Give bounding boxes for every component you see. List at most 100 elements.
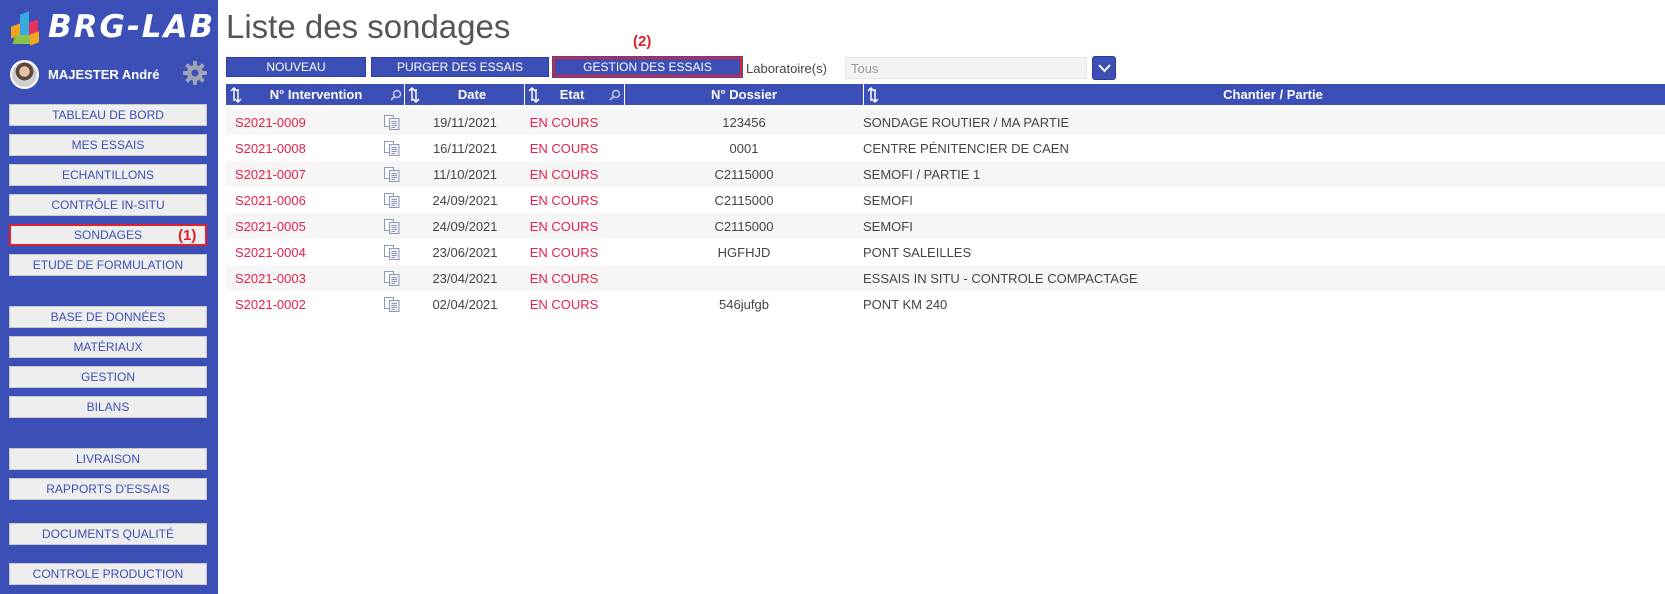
- intervention-link[interactable]: S2021-0005: [235, 213, 306, 239]
- header-n-intervention[interactable]: N° Intervention: [246, 84, 386, 105]
- page-title: Liste des sondages: [226, 8, 511, 45]
- sidebar-item-documents-qualite[interactable]: DOCUMENTS QUALITÉ: [9, 523, 207, 545]
- intervention-link[interactable]: S2021-0006: [235, 187, 306, 213]
- annotation-1: (1): [178, 227, 197, 244]
- sidebar-item-gestion[interactable]: GESTION: [9, 366, 207, 388]
- etat-cell: EN COURS: [529, 166, 599, 182]
- sort-icon[interactable]: [408, 87, 420, 103]
- document-icon[interactable]: [384, 115, 400, 130]
- logo-text: BRG-LAB: [48, 9, 216, 45]
- dossier-cell: [625, 265, 863, 291]
- table-body: S2021-0009 19/11/2021 EN COURS 123456 SO…: [226, 109, 1665, 317]
- dossier-cell: HGFHJD: [717, 244, 771, 260]
- document-icon[interactable]: [384, 297, 400, 312]
- sidebar-item-bilans[interactable]: BILANS: [9, 396, 207, 418]
- search-icon[interactable]: [390, 89, 402, 101]
- laboratoire-label: Laboratoire(s): [746, 61, 827, 76]
- chantier-cell: PONT SALEILLES: [863, 244, 972, 260]
- logo[interactable]: BRG-LAB: [8, 6, 215, 48]
- sidebar-item-mes-essais[interactable]: MES ESSAIS: [9, 134, 207, 156]
- laboratoire-select[interactable]: Tous: [845, 57, 1087, 79]
- date-cell: 02/04/2021: [432, 296, 498, 312]
- avatar[interactable]: [10, 59, 39, 89]
- document-icon[interactable]: [384, 245, 400, 260]
- etat-cell: EN COURS: [529, 218, 599, 234]
- etat-cell: EN COURS: [529, 192, 599, 208]
- table-row[interactable]: S2021-0003 23/04/2021 EN COURS ESSAIS IN…: [226, 265, 1665, 291]
- header-n-dossier[interactable]: N° Dossier: [625, 84, 863, 105]
- user-name: MAJESTER André: [48, 66, 160, 82]
- chantier-cell: SEMOFI / PARTIE 1: [863, 166, 981, 182]
- sort-icon[interactable]: [230, 87, 242, 103]
- intervention-link[interactable]: S2021-0009: [235, 109, 306, 135]
- document-icon[interactable]: [384, 193, 400, 208]
- date-cell: 23/04/2021: [432, 270, 498, 286]
- app-root: BRG-LAB MAJESTER André TABLEAU DE BORD M…: [0, 0, 1665, 594]
- date-cell: 11/10/2021: [432, 166, 498, 182]
- dossier-cell: 0001: [729, 140, 759, 156]
- gestion-des-essais-button[interactable]: GESTION DES ESSAIS: [552, 56, 743, 78]
- document-icon[interactable]: [384, 271, 400, 286]
- header-etat[interactable]: Etat: [542, 84, 602, 105]
- annotation-2: (2): [633, 33, 652, 50]
- chantier-cell: ESSAIS IN SITU - CONTROLE COMPACTAGE: [863, 270, 1138, 286]
- table-row[interactable]: S2021-0008 16/11/2021 EN COURS 0001 CENT…: [226, 135, 1665, 161]
- sidebar-item-tableau-de-bord[interactable]: TABLEAU DE BORD: [9, 104, 207, 126]
- document-icon[interactable]: [384, 141, 400, 156]
- chantier-cell: CENTRE PÉNITENCIER DE CAEN: [863, 140, 1069, 156]
- dossier-cell: 546jufgb: [719, 296, 769, 312]
- chantier-cell: SEMOFI: [863, 218, 913, 234]
- etat-cell: EN COURS: [529, 244, 599, 260]
- date-cell: 23/06/2021: [432, 244, 498, 260]
- sidebar-item-livraison[interactable]: LIVRAISON: [9, 448, 207, 470]
- dossier-cell: 123456: [722, 114, 766, 130]
- table-row[interactable]: S2021-0007 11/10/2021 EN COURS C2115000 …: [226, 161, 1665, 187]
- laboratoire-dropdown-button[interactable]: [1092, 56, 1116, 80]
- table-row[interactable]: S2021-0005 24/09/2021 EN COURS C2115000 …: [226, 213, 1665, 239]
- intervention-link[interactable]: S2021-0008: [235, 135, 306, 161]
- sidebar-item-etude-de-formulation[interactable]: ETUDE DE FORMULATION: [9, 254, 207, 276]
- table-row[interactable]: S2021-0009 19/11/2021 EN COURS 123456 SO…: [226, 109, 1665, 135]
- table-row[interactable]: S2021-0006 24/09/2021 EN COURS C2115000 …: [226, 187, 1665, 213]
- header-date[interactable]: Date: [422, 84, 522, 105]
- purger-des-essais-button[interactable]: PURGER DES ESSAIS: [371, 57, 549, 77]
- etat-cell: EN COURS: [529, 140, 599, 156]
- sort-icon[interactable]: [867, 87, 879, 103]
- intervention-link[interactable]: S2021-0004: [235, 239, 306, 265]
- search-icon[interactable]: [609, 89, 621, 101]
- logo-icon: [8, 7, 44, 47]
- intervention-link[interactable]: S2021-0002: [235, 291, 306, 317]
- sidebar-item-controle-production[interactable]: CONTROLE PRODUCTION: [9, 563, 207, 585]
- sidebar-item-materiaux[interactable]: MATÉRIAUX: [9, 336, 207, 358]
- table-row[interactable]: S2021-0004 23/06/2021 EN COURS HGFHJD PO…: [226, 239, 1665, 265]
- chantier-cell: SONDAGE ROUTIER / MA PARTIE: [863, 114, 1070, 130]
- chevron-down-icon: [1098, 64, 1111, 73]
- table-header: N° Intervention Date Etat N° Dossier Cha…: [226, 84, 1665, 105]
- date-cell: 24/09/2021: [432, 192, 498, 208]
- dossier-cell: C2115000: [714, 218, 774, 234]
- dossier-cell: C2115000: [714, 192, 774, 208]
- document-icon[interactable]: [384, 167, 400, 182]
- nouveau-button[interactable]: NOUVEAU: [226, 57, 366, 77]
- sidebar: BRG-LAB MAJESTER André TABLEAU DE BORD M…: [0, 0, 218, 594]
- sidebar-item-rapports-d-essais[interactable]: RAPPORTS D'ESSAIS: [9, 478, 207, 500]
- intervention-link[interactable]: S2021-0007: [235, 161, 306, 187]
- chantier-cell: SEMOFI: [863, 192, 913, 208]
- dossier-cell: C2115000: [714, 166, 774, 182]
- etat-cell: EN COURS: [529, 114, 599, 130]
- etat-cell: EN COURS: [529, 296, 599, 312]
- header-chantier-partie[interactable]: Chantier / Partie: [881, 84, 1665, 105]
- chantier-cell: PONT KM 240: [863, 296, 948, 312]
- table-row[interactable]: S2021-0002 02/04/2021 EN COURS 546jufgb …: [226, 291, 1665, 317]
- user-info: MAJESTER André: [10, 59, 210, 89]
- etat-cell: EN COURS: [529, 270, 599, 286]
- intervention-link[interactable]: S2021-0003: [235, 265, 306, 291]
- document-icon[interactable]: [384, 219, 400, 234]
- date-cell: 16/11/2021: [432, 140, 498, 156]
- gear-icon[interactable]: [182, 60, 208, 86]
- sidebar-item-echantillons[interactable]: ECHANTILLONS: [9, 164, 207, 186]
- sort-icon[interactable]: [528, 87, 540, 103]
- date-cell: 24/09/2021: [432, 218, 498, 234]
- sidebar-item-controle-in-situ[interactable]: CONTRÔLE IN-SITU: [9, 194, 207, 216]
- sidebar-item-base-de-donnees[interactable]: BASE DE DONNÉES: [9, 306, 207, 328]
